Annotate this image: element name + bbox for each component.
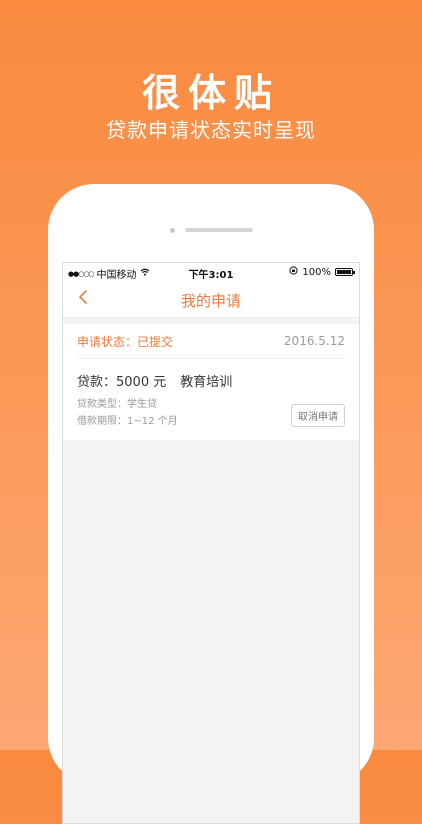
battery-percent: 100%: [302, 266, 331, 278]
loan-type: 贷款类型：学生贷: [77, 399, 157, 410]
battery-icon: [335, 268, 355, 276]
loan-purpose: 教育培训: [180, 375, 233, 390]
promo-subline: 贷款申请状态实时呈现: [106, 118, 316, 142]
application-card-header: 申请状态：已提交 2016.5.12: [77, 324, 345, 359]
promo-headline: 很体贴: [141, 71, 280, 115]
earpiece-speaker: [185, 228, 253, 232]
battery-fill: [337, 270, 351, 274]
application-date: 2016.5.12: [283, 334, 345, 348]
loan-details: 贷款类型：学生贷 借款期限：1~12 个月: [77, 390, 178, 430]
loan-summary: 贷款：5000 元 教育培训: [77, 359, 345, 390]
page-title: 我的申请: [180, 292, 241, 310]
status-right: 100%: [289, 266, 355, 278]
loan-amount: 贷款：5000 元: [77, 375, 167, 390]
loan-term: 借款期限：1~12 个月: [77, 416, 178, 427]
application-card[interactable]: 申请状态：已提交 2016.5.12 贷款：5000 元 教育培训 贷款类型：学…: [63, 324, 359, 440]
rotation-lock-icon: [289, 266, 299, 278]
status-bar: ●●○○○ 中国移动 下午3:01 100%: [63, 263, 359, 281]
front-camera: [170, 228, 175, 233]
cancel-application-button[interactable]: 取消申请: [291, 404, 345, 427]
nav-bar: 我的申请: [63, 281, 359, 318]
app-screen: ●●○○○ 中国移动 下午3:01 100% 我的申请 申请状态：已提交 201…: [62, 262, 360, 824]
loan-detail-row: 贷款类型：学生贷 借款期限：1~12 个月 取消申请: [77, 390, 345, 440]
phone-frame: ●●○○○ 中国移动 下午3:01 100% 我的申请 申请状态：已提交 201…: [48, 184, 374, 824]
application-status: 申请状态：已提交: [77, 334, 174, 349]
